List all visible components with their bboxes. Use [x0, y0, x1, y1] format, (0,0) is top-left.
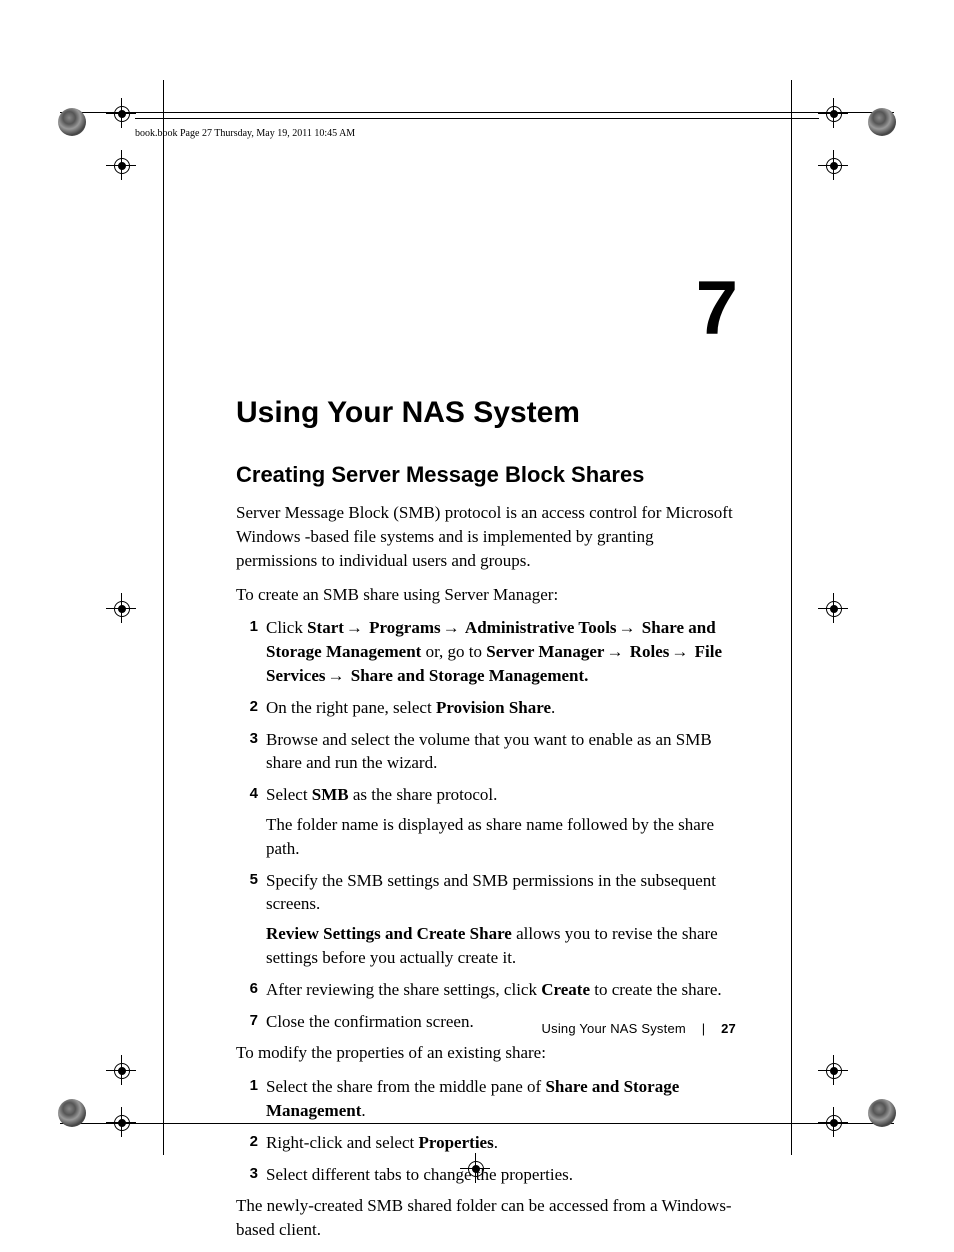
step-subtext: Review Settings and Create Share allows … — [266, 922, 736, 970]
crop-line — [163, 80, 164, 1155]
registration-mark-icon — [818, 1055, 848, 1085]
step-text: Select the share from the middle pane of… — [266, 1077, 679, 1120]
footer-separator: | — [702, 1021, 706, 1036]
step-number: 2 — [236, 1131, 258, 1152]
step-text: On the right pane, select Provision Shar… — [266, 698, 555, 717]
crop-line — [60, 112, 894, 113]
step-item: 6 After reviewing the share settings, cl… — [236, 978, 736, 1002]
crop-line — [791, 80, 792, 1155]
footer-page-number: 27 — [721, 1021, 736, 1036]
step-number: 2 — [236, 696, 258, 717]
step-text: Browse and select the volume that you wa… — [266, 730, 712, 773]
step-number: 1 — [236, 1075, 258, 1096]
step-number: 5 — [236, 869, 258, 890]
page-footer: Using Your NAS System | 27 — [236, 1020, 736, 1038]
steps-list-modify: 1 Select the share from the middle pane … — [236, 1075, 736, 1186]
section-title: Creating Server Message Block Shares — [236, 460, 736, 491]
footer-section-name: Using Your NAS System — [542, 1021, 686, 1036]
step-number: 1 — [236, 616, 258, 637]
registration-mark-icon — [818, 150, 848, 180]
header-rule — [135, 118, 819, 119]
running-header: book.book Page 27 Thursday, May 19, 2011… — [135, 127, 819, 141]
step-item: 3 Browse and select the volume that you … — [236, 728, 736, 776]
step-text: Right-click and select Properties. — [266, 1133, 498, 1152]
step-item: 2 On the right pane, select Provision Sh… — [236, 696, 736, 720]
step-item: 1 Select the share from the middle pane … — [236, 1075, 736, 1123]
step-text: Click Start→ Programs→ Administrative To… — [266, 618, 722, 685]
step-number: 6 — [236, 978, 258, 999]
body-paragraph: To modify the properties of an existing … — [236, 1041, 736, 1065]
registration-mark-icon — [106, 98, 136, 128]
step-number: 3 — [236, 1163, 258, 1184]
registration-mark-icon — [818, 593, 848, 623]
chapter-number: 7 — [236, 256, 736, 362]
registration-mark-icon — [106, 593, 136, 623]
step-subtext: The folder name is displayed as share na… — [266, 813, 736, 861]
registration-mark-icon — [106, 150, 136, 180]
step-item: 1 Click Start→ Programs→ Administrative … — [236, 616, 736, 687]
registration-mark-icon — [106, 1055, 136, 1085]
step-text: Select different tabs to change the prop… — [266, 1165, 573, 1184]
step-item: 5 Specify the SMB settings and SMB permi… — [236, 869, 736, 970]
step-item: 3 Select different tabs to change the pr… — [236, 1163, 736, 1187]
print-knob-icon — [58, 108, 86, 136]
step-text: After reviewing the share settings, clic… — [266, 980, 722, 999]
step-item: 4 Select SMB as the share protocol. The … — [236, 783, 736, 860]
step-text: Select SMB as the share protocol. — [266, 785, 497, 804]
print-knob-icon — [58, 1099, 86, 1127]
registration-mark-icon — [818, 98, 848, 128]
steps-list-create: 1 Click Start→ Programs→ Administrative … — [236, 616, 736, 1033]
chapter-title: Using Your NAS System — [236, 392, 736, 434]
print-knob-icon — [868, 1099, 896, 1127]
intro-paragraph: Server Message Block (SMB) protocol is a… — [236, 501, 736, 572]
step-text: Specify the SMB settings and SMB permiss… — [266, 871, 716, 914]
print-knob-icon — [868, 108, 896, 136]
step-item: 2 Right-click and select Properties. — [236, 1131, 736, 1155]
step-number: 4 — [236, 783, 258, 804]
intro-paragraph: To create an SMB share using Server Mana… — [236, 583, 736, 607]
step-number: 3 — [236, 728, 258, 749]
